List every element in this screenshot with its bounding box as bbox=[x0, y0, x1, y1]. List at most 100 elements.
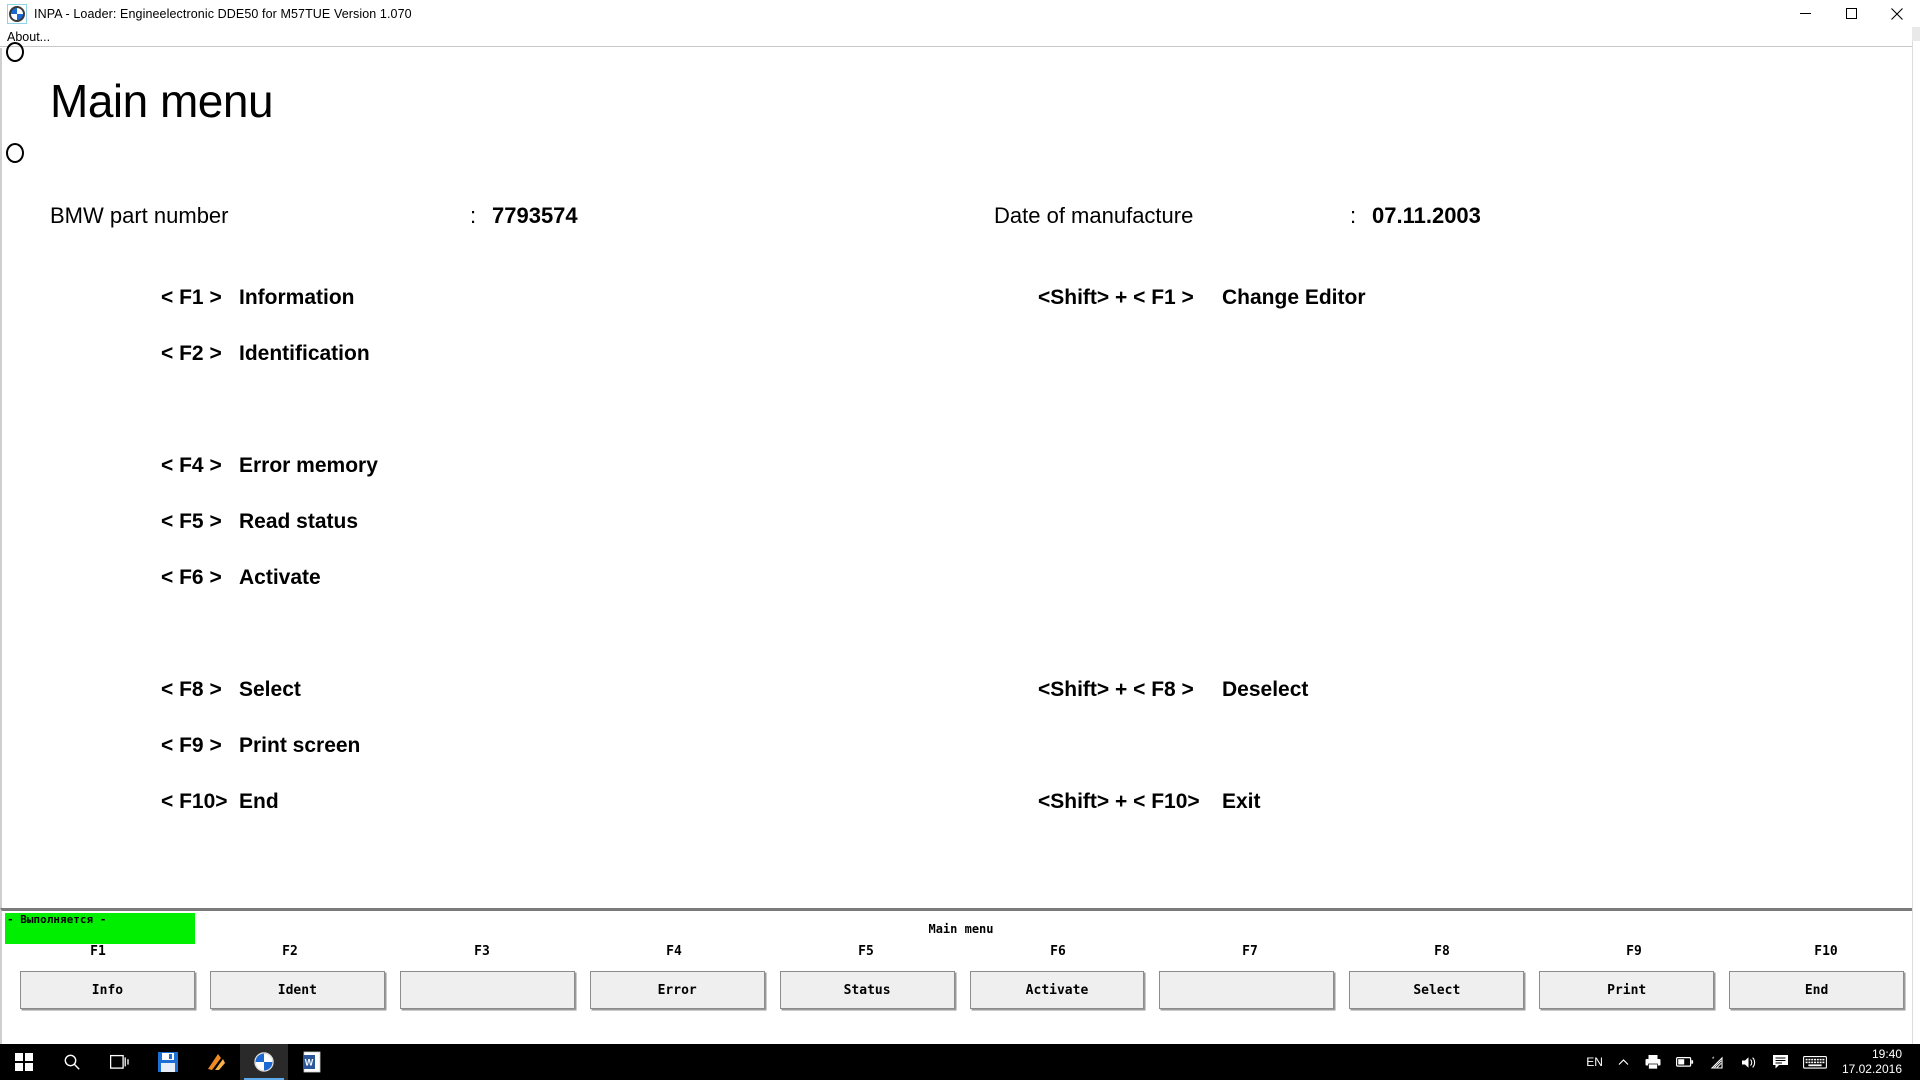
fkey-label-f9: F9 bbox=[1626, 944, 1642, 959]
fkey-label-f4: F4 bbox=[666, 944, 682, 959]
maximize-button[interactable] bbox=[1828, 0, 1874, 27]
menu-option-key: <Shift> + < F1 > bbox=[1038, 286, 1194, 309]
menu-option-shift-f8[interactable]: <Shift> + < F8 > Deselect bbox=[1038, 678, 1308, 702]
menu-option-key: < F1 > bbox=[161, 286, 222, 309]
minimize-button[interactable] bbox=[1782, 0, 1828, 27]
word-icon[interactable]: W bbox=[288, 1044, 336, 1080]
function-button-row: Info Ident Error Status Activate Select … bbox=[2, 971, 1920, 1009]
volume-icon[interactable] bbox=[1733, 1044, 1765, 1080]
function-button-f7[interactable] bbox=[1159, 971, 1335, 1009]
fkey-label-f3: F3 bbox=[474, 944, 490, 959]
window-controls bbox=[1782, 0, 1920, 27]
window-title: INPA - Loader: Engineelectronic DDE50 fo… bbox=[34, 6, 412, 21]
cursor-marker-top bbox=[6, 42, 24, 62]
field-separator: : bbox=[470, 203, 477, 228]
taskbar-items: W bbox=[0, 1044, 336, 1080]
close-button[interactable] bbox=[1874, 0, 1920, 27]
status-strip: - Выполняется - Main menu bbox=[2, 911, 1920, 944]
function-button-f1[interactable]: Info bbox=[20, 971, 195, 1009]
svg-text:*: * bbox=[1712, 1057, 1715, 1063]
task-view-icon[interactable] bbox=[96, 1044, 144, 1080]
main-canvas: Main menu BMW part number:7793574 Date o… bbox=[0, 42, 1920, 908]
menu-option-key: < F8 > bbox=[161, 678, 222, 701]
system-tray: EN * 19:40 17.02.2016 bbox=[1579, 1044, 1920, 1080]
battery-icon[interactable] bbox=[1669, 1044, 1701, 1080]
function-button-f6[interactable]: Activate bbox=[969, 971, 1145, 1009]
taskbar-clock[interactable]: 19:40 17.02.2016 bbox=[1834, 1047, 1914, 1077]
menu-option-label: End bbox=[239, 790, 279, 813]
language-indicator[interactable]: EN bbox=[1579, 1044, 1610, 1080]
windows-start-icon[interactable] bbox=[0, 1044, 48, 1080]
menu-option-label: Activate bbox=[239, 566, 321, 589]
fkey-label-f2: F2 bbox=[282, 944, 298, 959]
menu-option-label: Information bbox=[239, 286, 355, 309]
app-window: INPA - Loader: Engineelectronic DDE50 fo… bbox=[0, 0, 1920, 1080]
cursor-marker-second bbox=[6, 143, 24, 163]
menu-option-f1[interactable]: < F1 > Information bbox=[161, 286, 355, 310]
function-key-labels: F1 F2 F3 F4 F5 F6 F7 F8 F9 F10 bbox=[2, 944, 1920, 959]
menu-option-f8[interactable]: < F8 > Select bbox=[161, 678, 301, 702]
menu-option-label: Print screen bbox=[239, 734, 361, 757]
menu-option-f4[interactable]: < F4 > Error memory bbox=[161, 454, 378, 478]
menu-option-f5[interactable]: < F5 > Read status bbox=[161, 510, 358, 534]
menu-option-key: < F6 > bbox=[161, 566, 222, 589]
menu-option-key: < F2 > bbox=[161, 342, 222, 365]
menu-option-label: Identification bbox=[239, 342, 370, 365]
menu-option-f10[interactable]: < F10> End bbox=[161, 790, 279, 814]
windows-taskbar: W EN * 19:40 17.02.2016 bbox=[0, 1044, 1920, 1080]
menu-option-key: <Shift> + < F10> bbox=[1038, 790, 1200, 813]
fkey-label-f1: F1 bbox=[90, 944, 106, 959]
scrollbar-thumb[interactable] bbox=[1912, 27, 1920, 41]
fkey-label-f7: F7 bbox=[1242, 944, 1258, 959]
menu-option-label: Exit bbox=[1222, 790, 1261, 813]
menu-bar: About... bbox=[0, 27, 1920, 47]
keyboard-icon[interactable] bbox=[1796, 1044, 1834, 1080]
field-value: 7793574 bbox=[492, 203, 578, 228]
field-separator: : bbox=[1350, 203, 1357, 228]
orange-app-icon[interactable] bbox=[192, 1044, 240, 1080]
menu-option-key: < F4 > bbox=[161, 454, 222, 477]
status-center-label: Main menu bbox=[928, 922, 994, 936]
printer-icon[interactable] bbox=[1637, 1044, 1669, 1080]
page-title: Main menu bbox=[50, 75, 274, 127]
menu-option-label: Select bbox=[239, 678, 301, 701]
fkey-label-f10: F10 bbox=[1814, 944, 1838, 959]
chevron-up-icon[interactable] bbox=[1610, 1044, 1637, 1080]
function-button-f8[interactable]: Select bbox=[1349, 971, 1525, 1009]
field-label: BMW part number bbox=[50, 203, 229, 228]
fkey-label-f8: F8 bbox=[1434, 944, 1450, 959]
menu-option-label: Change Editor bbox=[1222, 286, 1366, 309]
search-icon[interactable] bbox=[48, 1044, 96, 1080]
function-button-f3[interactable] bbox=[399, 971, 575, 1009]
svg-text:W: W bbox=[305, 1058, 314, 1068]
menu-option-label: Error memory bbox=[239, 454, 378, 477]
bmw-inpa-icon[interactable] bbox=[240, 1044, 288, 1080]
menu-option-shift-f1[interactable]: <Shift> + < F1 > Change Editor bbox=[1038, 286, 1366, 310]
fkey-label-f5: F5 bbox=[858, 944, 874, 959]
vertical-scrollbar[interactable] bbox=[1912, 27, 1920, 1044]
field-bmw-part-number: BMW part number:7793574 bbox=[50, 203, 578, 229]
function-button-f10[interactable]: End bbox=[1729, 971, 1905, 1009]
function-button-f5[interactable]: Status bbox=[779, 971, 955, 1009]
menu-option-shift-f10[interactable]: <Shift> + < F10> Exit bbox=[1038, 790, 1261, 814]
field-date-of-manufacture: Date of manufacture:07.11.2003 bbox=[994, 203, 1481, 229]
bmw-roundel-icon bbox=[7, 3, 27, 24]
menu-option-key: < F9 > bbox=[161, 734, 222, 757]
menu-option-key: < F5 > bbox=[161, 510, 222, 533]
menu-item-about[interactable]: About... bbox=[0, 30, 56, 44]
menu-option-f6[interactable]: < F6 > Activate bbox=[161, 566, 321, 590]
floppy-save-icon[interactable] bbox=[144, 1044, 192, 1080]
clock-time: 19:40 bbox=[1871, 1047, 1902, 1061]
bottom-panel: - Выполняется - Main menu F1 F2 F3 F4 F5… bbox=[0, 908, 1920, 1044]
field-value: 07.11.2003 bbox=[1372, 203, 1481, 228]
function-button-f2[interactable]: Ident bbox=[209, 971, 385, 1009]
wifi-icon[interactable]: * bbox=[1701, 1044, 1733, 1080]
menu-option-key: < F10> bbox=[161, 790, 228, 813]
menu-option-f9[interactable]: < F9 > Print screen bbox=[161, 734, 360, 758]
menu-option-f2[interactable]: < F2 > Identification bbox=[161, 342, 370, 366]
menu-option-label: Read status bbox=[239, 510, 359, 533]
title-bar: INPA - Loader: Engineelectronic DDE50 fo… bbox=[0, 0, 1920, 27]
function-button-f9[interactable]: Print bbox=[1539, 971, 1715, 1009]
function-button-f4[interactable]: Error bbox=[589, 971, 765, 1009]
action-center-icon[interactable] bbox=[1765, 1044, 1796, 1080]
